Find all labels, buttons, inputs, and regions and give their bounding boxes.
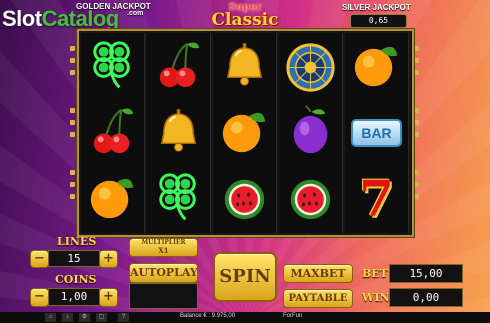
reel-symbol-orange: [346, 35, 407, 98]
provider-text: ForFun: [283, 313, 303, 319]
multiplier-display: MULTIPLIER X1: [129, 238, 198, 257]
paytable-button[interactable]: PAYTABLE: [283, 289, 353, 308]
help-icon[interactable]: ?: [118, 313, 129, 322]
golden-jackpot-sub: .com: [127, 10, 144, 17]
cherries-icon: [158, 41, 201, 89]
lines-value: 15: [48, 250, 100, 267]
reel-symbol-cherries: [148, 35, 209, 98]
silver-jackpot-label: SILVER JACKPOT: [342, 3, 411, 12]
reels-frame: BAR 7: [77, 29, 414, 237]
coins-plus-button[interactable]: +: [99, 288, 118, 307]
watermelon-icon: [224, 179, 265, 220]
reel-1: [81, 33, 145, 233]
reel-symbol-bell: [148, 101, 209, 164]
orange-icon: [222, 112, 266, 153]
reel-symbol-orange: [214, 101, 275, 164]
spin-button[interactable]: SPIN: [213, 252, 277, 302]
home-icon[interactable]: ⌂: [45, 313, 56, 322]
clover-icon: [159, 173, 196, 221]
reel-4: [279, 33, 343, 233]
autoplay-button[interactable]: AUTOPLAY: [129, 263, 198, 283]
reel-symbol-clover: [82, 35, 143, 98]
bet-label: BET: [362, 267, 388, 280]
watermelon-icon: [290, 179, 331, 220]
autoplay-panel: [129, 283, 198, 309]
plum-icon: [292, 104, 329, 155]
bar-symbol-text: BAR: [351, 118, 402, 147]
reel-symbol-watermelon: [214, 167, 275, 230]
win-label: WIN: [362, 291, 390, 304]
reel-symbol-watermelon: [280, 167, 341, 230]
bell-icon: [226, 42, 263, 87]
lines-minus-button[interactable]: −: [30, 250, 49, 268]
clover-icon: [93, 41, 130, 89]
reel-2: [147, 33, 211, 233]
reel-3: [213, 33, 277, 233]
lines-label: LINES: [57, 235, 97, 248]
status-bar: ⌂ ♪ ⚙ ▢ ? Balance € : 9.975,00 ForFun: [0, 312, 490, 323]
orange-icon: [354, 46, 398, 87]
coins-minus-button[interactable]: −: [30, 288, 49, 307]
seven-symbol-text: 7: [359, 168, 394, 228]
orange-icon: [90, 178, 134, 219]
reel-symbol-cherries: [82, 101, 143, 164]
reel-symbol-bell: [214, 35, 275, 98]
game-logo: Super Classic: [211, 2, 279, 30]
reel-symbol-orange: [82, 167, 143, 230]
balance-text: Balance € : 9.975,00: [180, 313, 236, 319]
reel-symbol-plum: [280, 101, 341, 164]
reel-symbol-bar: BAR: [346, 101, 407, 164]
reel-symbol-clover: [148, 167, 209, 230]
maxbet-button[interactable]: MAXBET: [283, 264, 353, 283]
fullscreen-icon[interactable]: ▢: [96, 313, 107, 322]
win-value: 0,00: [389, 288, 463, 307]
reel-symbol-wheel: [280, 35, 341, 98]
bell-icon: [160, 108, 197, 153]
coins-value: 1,00: [48, 288, 100, 306]
reel-5: BAR 7: [345, 33, 409, 233]
coins-label: COINS: [55, 273, 97, 286]
lines-plus-button[interactable]: +: [99, 250, 118, 268]
wheel-icon: [286, 43, 335, 92]
settings-icon[interactable]: ⚙: [79, 313, 90, 322]
sound-icon[interactable]: ♪: [62, 313, 73, 322]
silver-jackpot-value: 0,65: [350, 14, 407, 28]
bet-value: 15,00: [389, 264, 463, 283]
cherries-icon: [92, 107, 135, 155]
reel-symbol-seven: 7: [346, 167, 407, 230]
